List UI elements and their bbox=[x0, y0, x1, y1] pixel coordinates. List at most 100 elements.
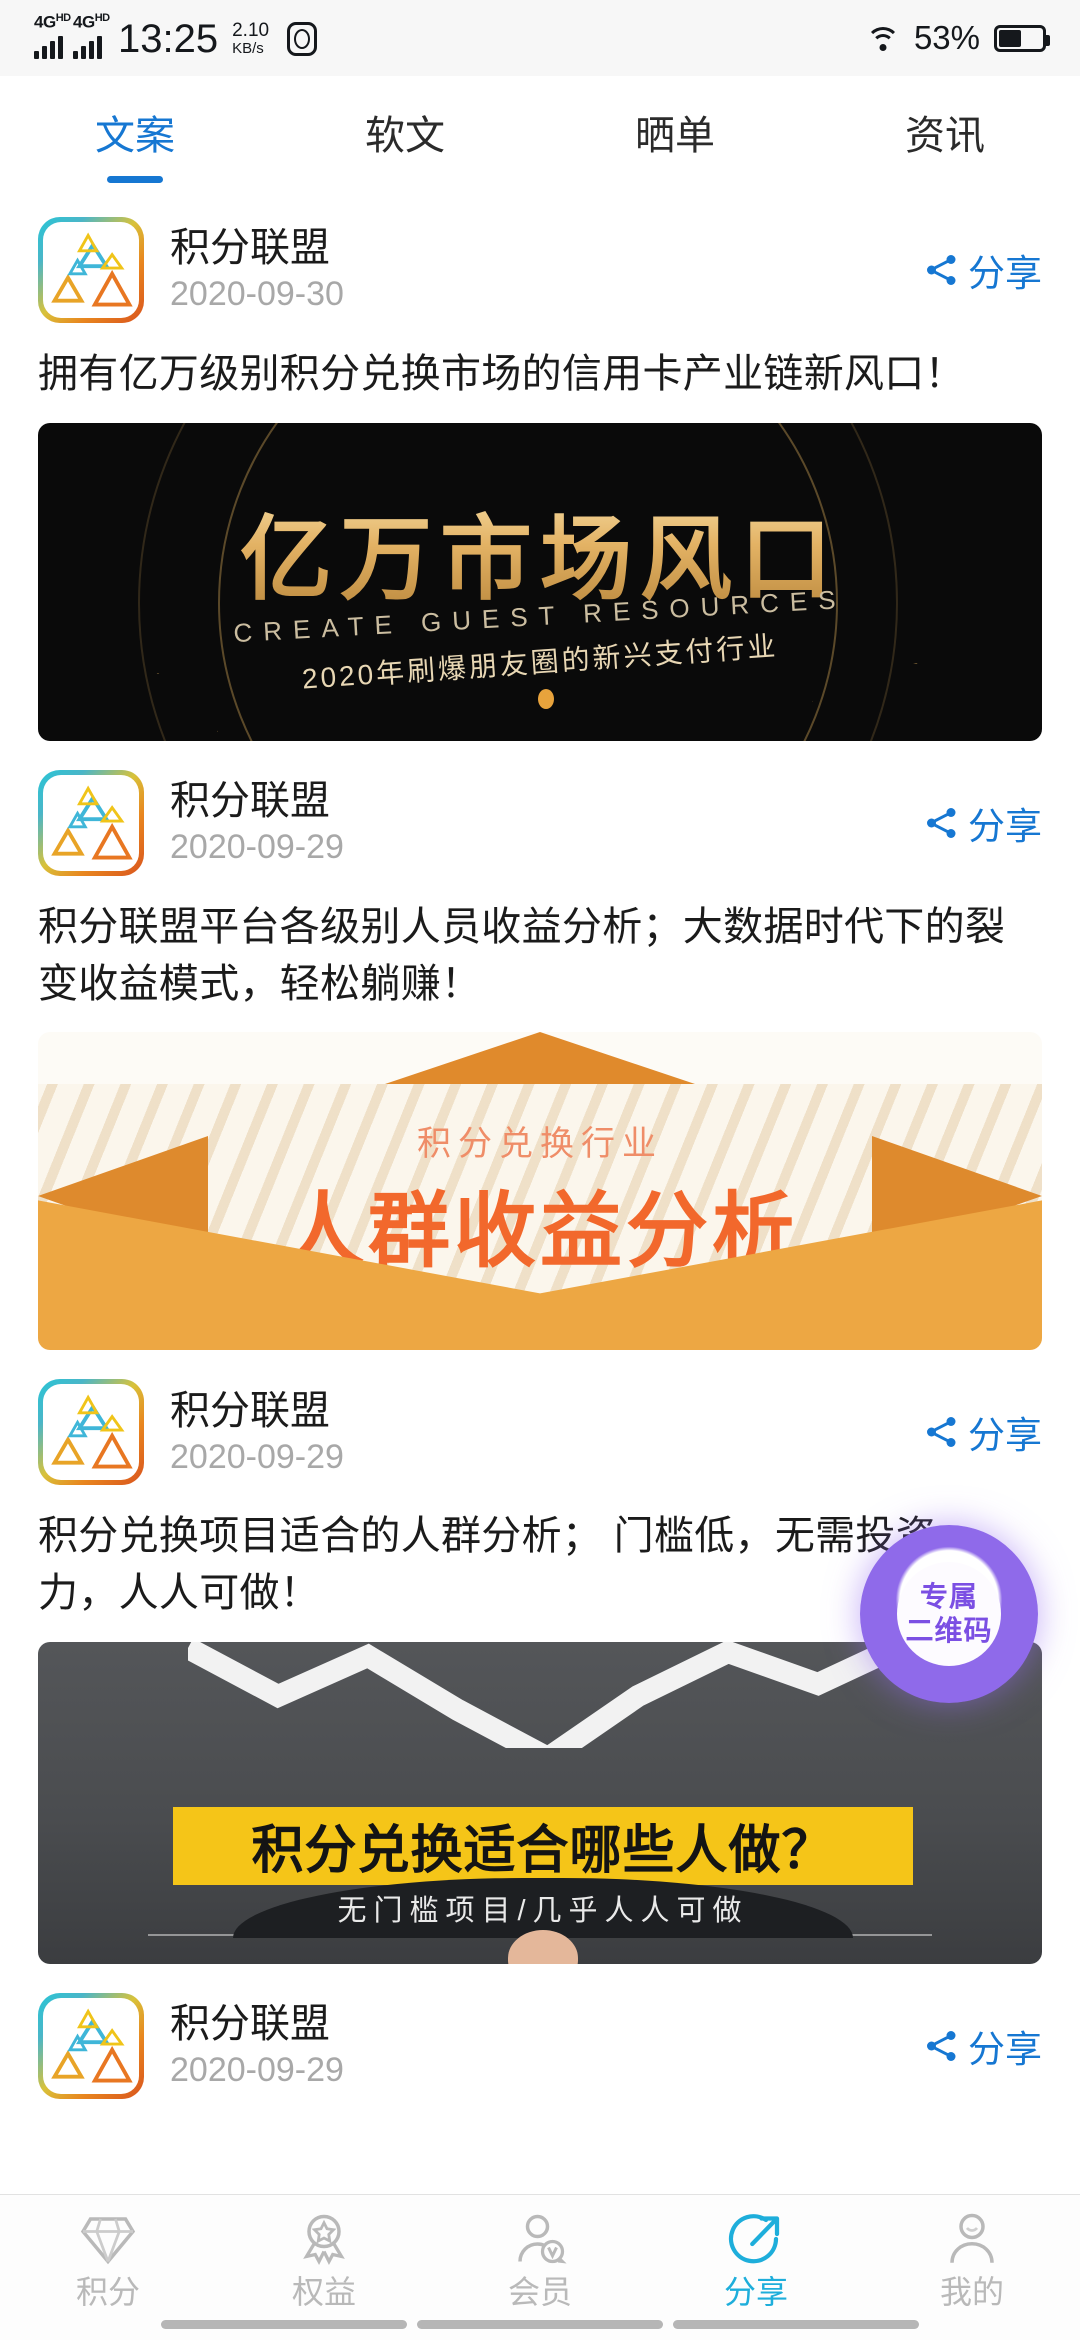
avatar bbox=[38, 217, 144, 323]
nav-item-mine[interactable]: 我的 bbox=[864, 2209, 1080, 2308]
tab-shaidan-label: 晒单 bbox=[635, 114, 715, 158]
share-circle-icon bbox=[728, 2214, 780, 2264]
network-type-label-2: 4G bbox=[73, 12, 95, 32]
share-button[interactable]: 分享 bbox=[924, 796, 1042, 850]
avatar bbox=[38, 1379, 144, 1486]
nav-item-member[interactable]: 会员 bbox=[432, 2209, 648, 2308]
post-header: 积分联盟 2020-09-29 分享 bbox=[38, 767, 1042, 879]
post-author: 积分联盟 bbox=[170, 779, 330, 824]
status-bar-right: 53% bbox=[865, 19, 1050, 57]
tab-zixun[interactable]: 资讯 bbox=[810, 103, 1080, 161]
wifi-icon bbox=[865, 25, 900, 51]
medal-icon bbox=[303, 2214, 345, 2266]
nav-label-mine: 我的 bbox=[939, 2274, 1004, 2310]
gesture-navigation-icon bbox=[287, 22, 318, 56]
post-header: 积分联盟 2020-09-30 分享 bbox=[38, 214, 1042, 326]
nav-item-points[interactable]: 积分 bbox=[0, 2209, 216, 2308]
network-speed-unit: KB/s bbox=[232, 40, 264, 58]
post-title[interactable]: 积分联盟平台各级别人员收益分析；大数据时代下的裂变收益模式，轻松躺赚！ bbox=[38, 899, 1042, 1013]
status-bar-left: 4GHD 4GHD 13:25 2.10 KB/s bbox=[34, 13, 866, 61]
qr-fab-line2: 二维码 bbox=[905, 1615, 993, 1646]
signal-bars-1 bbox=[34, 33, 63, 59]
tab-shaidan[interactable]: 晒单 bbox=[540, 103, 810, 161]
tab-wenan-label: 文案 bbox=[95, 114, 175, 158]
status-bar-clock: 13:25 bbox=[118, 17, 219, 61]
logo-triangles-icon bbox=[51, 1394, 133, 1469]
post-card[interactable]: 积分联盟 2020-09-29 分享 积分联盟平台各级别人员收益分析；大数据时代… bbox=[0, 741, 1080, 1351]
nav-label-member: 会员 bbox=[507, 2274, 572, 2310]
post-header: 积分联盟 2020-09-29 分享 bbox=[38, 1990, 1042, 2102]
battery-percent-label: 53% bbox=[913, 19, 980, 56]
share-icon bbox=[927, 2030, 956, 2061]
app-root: 4GHD 4GHD 13:25 2.10 KB/s 53% 文案 软文 晒单 资… bbox=[0, 0, 1080, 2340]
network-type-label-1: 4G bbox=[34, 12, 56, 32]
nav-item-share[interactable]: 分享 bbox=[648, 2209, 864, 2308]
tab-active-indicator bbox=[107, 176, 163, 183]
post-meta: 积分联盟 2020-09-30 bbox=[170, 226, 344, 313]
logo-triangles-icon bbox=[51, 2008, 133, 2083]
qr-fab-inner: 专属 二维码 bbox=[897, 1562, 1001, 1666]
nav-item-rights[interactable]: 权益 bbox=[216, 2209, 432, 2308]
share-button-label: 分享 bbox=[968, 253, 1042, 294]
post-image[interactable]: 亿万市场风口 CREATE GUEST RESOURCES 2020年刷爆朋友圈… bbox=[38, 422, 1042, 741]
nav-label-points: 积分 bbox=[75, 2274, 140, 2310]
post-title[interactable]: 拥有亿万级别积分兑换市场的信用卡产业链新风口！ bbox=[38, 346, 1042, 403]
share-button[interactable]: 分享 bbox=[924, 1405, 1042, 1459]
share-button[interactable]: 分享 bbox=[924, 2019, 1042, 2073]
avatar bbox=[38, 1992, 144, 2099]
banner-dot-decoration bbox=[538, 688, 554, 709]
tab-wenan[interactable]: 文案 bbox=[0, 103, 270, 183]
member-icon bbox=[518, 2214, 567, 2264]
share-button[interactable]: 分享 bbox=[924, 243, 1042, 297]
share-icon bbox=[927, 807, 956, 838]
nav-label-share: 分享 bbox=[723, 2274, 788, 2310]
post-meta: 积分联盟 2020-09-29 bbox=[170, 2002, 344, 2089]
network-speed-indicator: 2.10 KB/s bbox=[232, 21, 269, 57]
tab-zixun-label: 资讯 bbox=[905, 114, 985, 158]
logo-triangles-icon bbox=[51, 785, 133, 860]
post-card[interactable]: 积分联盟 2020-09-30 分享 拥有亿万级别积分兑换市场的信用卡产业链新风… bbox=[0, 188, 1080, 741]
signal-indicator-sim2: 4GHD bbox=[73, 13, 110, 59]
network-hd-label-1: HD bbox=[55, 12, 71, 24]
share-button-label: 分享 bbox=[968, 1415, 1042, 1457]
exclusive-qr-code-fab[interactable]: 专属 二维码 bbox=[860, 1525, 1038, 1703]
gesture-bar-center[interactable] bbox=[417, 2320, 663, 2329]
network-speed-value: 2.10 bbox=[232, 20, 270, 42]
gesture-bar-left[interactable] bbox=[161, 2320, 407, 2329]
avatar bbox=[38, 769, 144, 876]
post-author: 积分联盟 bbox=[170, 1388, 330, 1433]
signal-bars-2 bbox=[73, 33, 102, 59]
share-icon bbox=[927, 255, 956, 285]
category-tab-bar: 文案 软文 晒单 资讯 bbox=[0, 76, 1080, 188]
banner-headline: 积分兑换适合哪些人做？ bbox=[173, 1806, 913, 1885]
post-author: 积分联盟 bbox=[170, 226, 330, 271]
post-header: 积分联盟 2020-09-29 分享 bbox=[38, 1376, 1042, 1488]
post-image[interactable]: 积分兑换适合哪些人做？ 无门槛项目/几乎人人可做 bbox=[38, 1641, 1042, 1964]
gesture-bar-right[interactable] bbox=[673, 2320, 919, 2329]
share-button-label: 分享 bbox=[968, 805, 1042, 847]
bottom-navigation-bar: 积分 权益 会员 分享 我的 bbox=[0, 2194, 1080, 2340]
share-icon bbox=[927, 1417, 956, 1448]
network-hd-label-2: HD bbox=[94, 12, 110, 24]
tab-ruanwen-label: 软文 bbox=[365, 114, 445, 158]
post-feed[interactable]: 积分联盟 2020-09-30 分享 拥有亿万级别积分兑换市场的信用卡产业链新风… bbox=[0, 188, 1080, 2194]
nav-label-rights: 权益 bbox=[291, 2274, 356, 2310]
post-date: 2020-09-30 bbox=[170, 275, 344, 314]
battery-icon bbox=[994, 24, 1050, 52]
status-bar: 4GHD 4GHD 13:25 2.10 KB/s 53% bbox=[0, 0, 1080, 76]
post-date: 2020-09-29 bbox=[170, 2051, 344, 2090]
signal-indicator-sim1: 4GHD bbox=[34, 13, 71, 59]
post-image[interactable]: 积分兑换行业 人群收益分析 bbox=[38, 1032, 1042, 1351]
system-gesture-bar[interactable] bbox=[0, 2320, 1080, 2334]
post-author: 积分联盟 bbox=[170, 2002, 330, 2047]
post-date: 2020-09-29 bbox=[170, 1437, 344, 1476]
diamond-icon bbox=[80, 2217, 136, 2265]
share-button-label: 分享 bbox=[968, 2028, 1042, 2070]
person-icon bbox=[950, 2213, 994, 2263]
post-meta: 积分联盟 2020-09-29 bbox=[170, 779, 344, 866]
post-card[interactable]: 积分联盟 2020-09-29 分享 bbox=[0, 1964, 1080, 2102]
tab-ruanwen[interactable]: 软文 bbox=[270, 103, 540, 161]
post-meta: 积分联盟 2020-09-29 bbox=[170, 1389, 344, 1476]
banner-subline: 无门槛项目/几乎人人可做 bbox=[233, 1877, 853, 1938]
post-date: 2020-09-29 bbox=[170, 828, 344, 867]
